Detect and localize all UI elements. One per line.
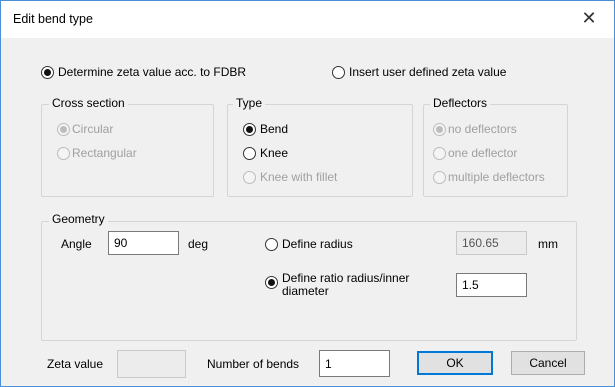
radio-knee-with-fillet-indicator[interactable] [243,171,256,184]
radio-multiple-deflectors-label: multiple deflectors [448,170,545,184]
type-legend: Type [233,96,266,110]
ratio-label-line2: diameter [282,284,329,298]
radio-circular-label: Circular [72,122,114,136]
radio-no-deflectors-indicator[interactable] [433,123,446,136]
angle-unit: deg [188,237,209,251]
radio-fdbr-label: Determine zeta value acc. to FDBR [58,65,247,79]
ok-button[interactable]: OK [417,351,493,375]
radius-unit: mm [538,237,558,251]
edit-bend-type-dialog: Edit bend type ✕ Determine zeta value ac… [0,0,615,387]
close-icon[interactable]: ✕ [577,9,601,31]
radio-no-deflectors-label: no deflectors [448,122,517,136]
radius-input[interactable] [456,231,527,255]
radio-knee-label: Knee [260,146,289,160]
radio-circular-indicator[interactable] [57,123,70,136]
angle-input[interactable] [108,231,179,255]
deflectors-legend: Deflectors [430,96,491,110]
number-of-bends-input[interactable] [319,350,390,377]
title-bar: Edit bend type ✕ [1,1,614,38]
radio-user-defined-label: Insert user defined zeta value [349,65,507,79]
zeta-value-label: Zeta value [47,357,104,371]
ratio-label-line1: Define ratio radius/inner [282,271,410,285]
radio-user-defined-indicator[interactable] [332,66,345,79]
radio-one-deflector-label: one deflector [448,146,518,160]
geometry-legend: Geometry [49,212,108,226]
radio-rectangular-indicator[interactable] [57,147,70,160]
ratio-input[interactable] [456,273,527,297]
radio-define-radius-indicator[interactable] [265,238,278,251]
radio-fdbr-indicator[interactable] [41,66,54,79]
radio-define-ratio[interactable]: Define ratio radius/inner diameter [265,272,445,305]
cross-section-legend: Cross section [49,96,128,110]
radio-bend-label: Bend [260,122,289,136]
zeta-value-input[interactable] [117,350,186,378]
radio-one-deflector-indicator[interactable] [433,147,446,160]
radio-rectangular-label: Rectangular [72,146,137,160]
angle-label: Angle [61,237,92,251]
number-of-bends-label: Number of bends [207,357,300,371]
radio-knee-with-fillet-label: Knee with fillet [260,170,338,184]
radio-define-radius-label: Define radius [282,237,353,251]
cancel-button[interactable]: Cancel [511,351,585,375]
radio-define-ratio-indicator[interactable] [265,276,278,289]
radio-define-ratio-label: Define ratio radius/inner diameter [282,272,409,298]
radio-multiple-deflectors-indicator[interactable] [433,171,446,184]
dialog-title: Edit bend type [13,12,93,26]
radio-bend-indicator[interactable] [243,123,256,136]
radio-knee-indicator[interactable] [243,147,256,160]
